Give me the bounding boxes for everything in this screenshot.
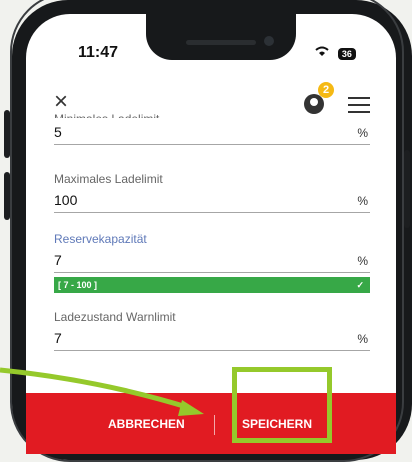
user-icon[interactable] xyxy=(304,94,324,114)
valid-range-text: [ 7 - 100 ] xyxy=(58,280,98,290)
power-button xyxy=(404,150,410,228)
reserve-capacity-label: Reservekapazität xyxy=(54,232,147,246)
status-icons: 36 xyxy=(314,44,356,60)
percent-unit: % xyxy=(357,254,368,268)
warning-limit-label: Ladezustand Warnlimit xyxy=(54,310,176,324)
percent-unit: % xyxy=(357,332,368,346)
notification-badge: 2 xyxy=(318,82,334,98)
percent-unit: % xyxy=(357,126,368,140)
max-charge-value: 100 xyxy=(54,192,78,208)
notch xyxy=(146,14,296,60)
volume-button xyxy=(4,110,10,158)
percent-unit: % xyxy=(357,194,368,208)
warning-limit-field[interactable]: Ladezustand Warnlimit 7 % xyxy=(54,310,370,351)
camera xyxy=(264,36,274,46)
speaker xyxy=(186,40,256,45)
arrow-icon xyxy=(0,367,204,416)
warning-limit-value: 7 xyxy=(54,330,62,346)
status-time: 11:47 xyxy=(78,44,119,61)
reserve-capacity-value: 7 xyxy=(54,252,62,268)
save-highlight-box xyxy=(232,367,332,443)
max-charge-field[interactable]: Maximales Ladelimit 100 % xyxy=(54,172,370,213)
check-icon: ✓ xyxy=(356,279,364,290)
wifi-icon xyxy=(315,46,329,56)
min-charge-value: 5 xyxy=(54,124,62,140)
valid-range-indicator: [ 7 - 100 ] ✓ xyxy=(54,277,370,293)
min-charge-field[interactable]: Minimales Ladelimit 5 % xyxy=(54,112,370,145)
reserve-capacity-field[interactable]: Reservekapazität 7 % [ 7 - 100 ] ✓ xyxy=(54,232,370,293)
battery-icon: 36 xyxy=(337,48,356,60)
max-charge-label: Maximales Ladelimit xyxy=(54,172,163,186)
volume-button xyxy=(4,172,10,220)
